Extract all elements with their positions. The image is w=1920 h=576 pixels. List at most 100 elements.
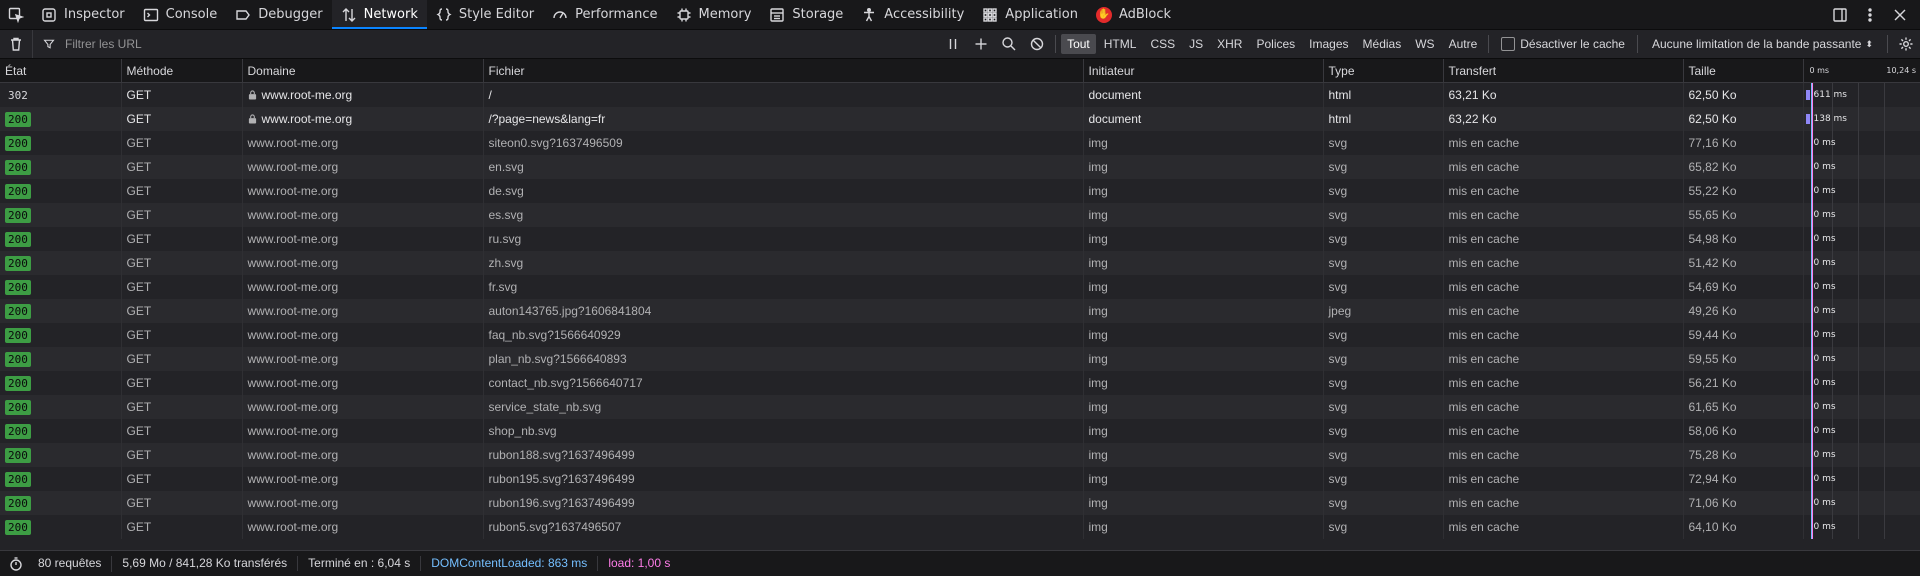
load-marker [1811, 515, 1813, 539]
size-cell: 65,82 Ko [1683, 155, 1804, 179]
domain-cell: www.root-me.org [242, 467, 484, 491]
file-cell: rubon196.svg?1637496499 [483, 491, 1084, 515]
more-options-icon[interactable] [1862, 7, 1878, 23]
initiator-cell: img [1083, 275, 1324, 299]
table-row[interactable]: 200 GET www.root-me.org rubon188.svg?163749… [0, 443, 1920, 467]
tab-storage[interactable]: Storage [760, 0, 852, 29]
filter-type-4[interactable]: XHR [1211, 34, 1248, 54]
table-row[interactable]: 200 GET www.root-me.org fr.svg img svg mis en … [0, 275, 1920, 299]
tab-label: Debugger [258, 7, 323, 22]
column-file[interactable]: Fichier [483, 59, 1084, 83]
stopwatch-icon[interactable] [8, 556, 24, 572]
initiator-cell: img [1083, 203, 1324, 227]
column-domain[interactable]: Domaine [242, 59, 484, 83]
waterfall-cell: 0 ms [1803, 227, 1920, 251]
block-button[interactable] [1023, 30, 1051, 58]
filter-type-0[interactable]: Tout [1061, 34, 1096, 54]
tab-debugger[interactable]: Debugger [226, 0, 331, 29]
table-row[interactable]: 200 GET www.root-me.org /?page=news&lang=fr… [0, 107, 1920, 131]
domain-cell: www.root-me.org [242, 82, 484, 107]
devtools-toolbar: Inspector Console Debugger Network Style Edi… [0, 0, 1920, 30]
domain-cell: www.root-me.org [242, 155, 484, 179]
waterfall-gridline [1883, 299, 1885, 323]
column-size[interactable]: Taille [1683, 59, 1804, 83]
filter-type-3[interactable]: JS [1183, 34, 1209, 54]
status-badge: 200 [5, 183, 31, 199]
network-settings-button[interactable] [1892, 30, 1920, 58]
waterfall-gridline [1883, 491, 1885, 515]
status-cell: 200 [0, 131, 122, 155]
table-row[interactable]: 200 GET www.root-me.org de.svg img svg mis en … [0, 179, 1920, 203]
filter-type-8[interactable]: WS [1409, 34, 1440, 54]
search-button[interactable] [995, 30, 1023, 58]
domain-cell: www.root-me.org [242, 419, 484, 443]
table-row[interactable]: 200 GET www.root-me.org rubon5.svg?16374965… [0, 515, 1920, 539]
url-filter[interactable] [33, 36, 939, 52]
domain-text: www.root-me.org [247, 328, 339, 342]
column-waterfall[interactable]: 0 ms 10,24 s [1803, 59, 1920, 83]
column-status[interactable]: État [0, 59, 122, 83]
tab-performance[interactable]: Performance [543, 0, 666, 29]
table-row[interactable]: 200 GET www.root-me.org shop_nb.svg img svg mi… [0, 419, 1920, 443]
filter-type-1[interactable]: HTML [1098, 34, 1143, 54]
column-transfer[interactable]: Transfert [1443, 59, 1684, 83]
tab-accessibility[interactable]: Accessibility [852, 0, 973, 29]
tab-style-editor[interactable]: Style Editor [427, 0, 543, 29]
timing-bar [1805, 90, 1810, 100]
status-cell: 200 [0, 515, 122, 539]
type-cell: svg [1323, 419, 1444, 443]
waterfall-gridline [1857, 395, 1859, 419]
column-type[interactable]: Type [1323, 59, 1444, 83]
method-cell: GET [121, 82, 243, 107]
table-row[interactable]: 200 GET www.root-me.org plan_nb.svg?1566640… [0, 347, 1920, 371]
table-row[interactable]: 200 GET www.root-me.org rubon195.svg?163749… [0, 467, 1920, 491]
transfer-cell: mis en cache [1443, 179, 1684, 203]
tab-inspector[interactable]: Inspector [32, 0, 134, 29]
domain-text: www.root-me.org [247, 376, 339, 390]
size-cell: 59,44 Ko [1683, 323, 1804, 347]
table-row[interactable]: 200 GET www.root-me.org contact_nb.svg?1566… [0, 371, 1920, 395]
tab-label: Network [363, 7, 418, 22]
throttle-select[interactable]: Aucune limitation de la bande passante ⬍ [1642, 37, 1883, 51]
table-row[interactable]: 200 GET www.root-me.org zh.svg img svg mis en … [0, 251, 1920, 275]
column-method[interactable]: Méthode [121, 59, 243, 83]
close-icon[interactable] [1892, 7, 1908, 23]
disable-cache-toggle[interactable]: Désactiver le cache [1493, 37, 1633, 51]
table-row[interactable]: 302 GET www.root-me.org / document html 63,21 … [0, 82, 1920, 107]
tab-adblock[interactable]: ✋ AdBlock [1087, 0, 1180, 29]
initiator-cell: document [1083, 107, 1324, 131]
add-filter-button[interactable] [967, 30, 995, 58]
table-row[interactable]: 200 GET www.root-me.org ru.svg img svg mis en … [0, 227, 1920, 251]
tab-console[interactable]: Console [134, 0, 227, 29]
tab-application[interactable]: Application [973, 0, 1087, 29]
table-row[interactable]: 200 GET www.root-me.org siteon0.svg?1637496… [0, 131, 1920, 155]
status-cell: 200 [0, 107, 122, 131]
table-row[interactable]: 200 GET www.root-me.org en.svg img svg mis en … [0, 155, 1920, 179]
domain-text: www.root-me.org [247, 352, 339, 366]
file-cell: es.svg [483, 203, 1084, 227]
column-initiator[interactable]: Initiateur [1083, 59, 1324, 83]
status-cell: 200 [0, 323, 122, 347]
table-row[interactable]: 200 GET www.root-me.org rubon196.svg?163749… [0, 491, 1920, 515]
pause-button[interactable] [939, 30, 967, 58]
type-cell: svg [1323, 323, 1444, 347]
domain-cell: www.root-me.org [242, 227, 484, 251]
tab-memory[interactable]: Memory [667, 0, 761, 29]
table-row[interactable]: 200 GET www.root-me.org service_state_nb.sv… [0, 395, 1920, 419]
dock-icon[interactable] [1832, 7, 1848, 23]
tab-network[interactable]: Network [331, 0, 427, 29]
clear-button[interactable] [0, 30, 33, 58]
element-picker-button[interactable] [0, 0, 32, 29]
transfer-cell: mis en cache [1443, 323, 1684, 347]
table-row[interactable]: 200 GET www.root-me.org faq_nb.svg?15666409… [0, 323, 1920, 347]
url-filter-input[interactable] [63, 36, 567, 52]
filter-type-7[interactable]: Médias [1357, 34, 1408, 54]
table-row[interactable]: 200 GET www.root-me.org auton143765.jpg?160… [0, 299, 1920, 323]
table-row[interactable]: 200 GET www.root-me.org es.svg img svg mis en … [0, 203, 1920, 227]
filter-type-6[interactable]: Images [1303, 34, 1354, 54]
filter-type-5[interactable]: Polices [1250, 34, 1301, 54]
disable-cache-checkbox[interactable] [1501, 37, 1516, 51]
filter-type-9[interactable]: Autre [1443, 34, 1484, 54]
filter-type-2[interactable]: CSS [1144, 34, 1181, 54]
tab-label: Memory [698, 7, 752, 22]
